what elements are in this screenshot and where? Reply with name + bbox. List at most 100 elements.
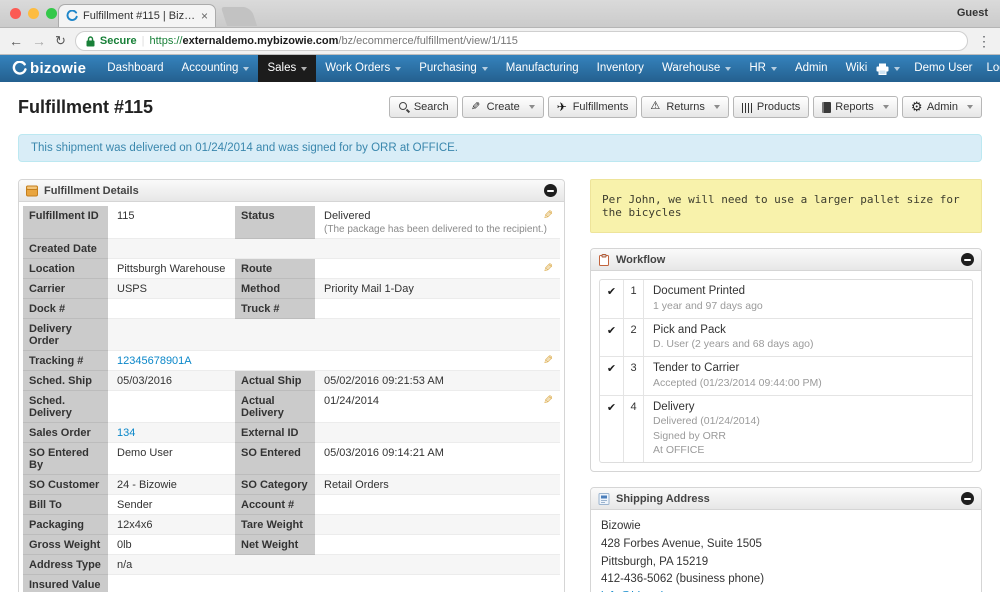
- nav-item-purchasing[interactable]: Purchasing: [410, 55, 497, 82]
- nav-item-inventory[interactable]: Inventory: [588, 55, 653, 82]
- chevron-down-icon: [894, 67, 900, 71]
- nav-item-admin[interactable]: Admin: [786, 55, 837, 82]
- header-buttons: SearchCreateFulfillmentsReturnsProductsR…: [389, 96, 982, 118]
- workflow-step-4: ✔4DeliveryDelivered (01/24/2014)Signed b…: [600, 396, 972, 463]
- back-icon[interactable]: ←: [9, 34, 23, 48]
- step-detail: Accepted (01/23/2014 09:44:00 PM): [653, 377, 963, 389]
- right-column: Per John, we will need to use a larger p…: [590, 179, 982, 592]
- field-value-sched-delivery: [108, 391, 235, 423]
- brand-logo[interactable]: bizowie: [12, 60, 86, 77]
- address-card-icon: [598, 493, 610, 505]
- field-value-sched-ship: 05/03/2016: [108, 371, 235, 391]
- step-title: Pick and Pack: [653, 324, 963, 336]
- reports-button[interactable]: Reports: [813, 96, 898, 118]
- user-menu[interactable]: Demo User: [914, 55, 972, 82]
- workflow-steps: ✔1Document Printed1 year and 97 days ago…: [599, 279, 973, 463]
- fulfillments-button[interactable]: Fulfillments: [548, 96, 638, 118]
- edit-pencil-icon[interactable]: ✎: [543, 208, 553, 222]
- browser-tab[interactable]: Fulfillment #115 | Bizowie Dem ×: [58, 4, 216, 27]
- address-bar[interactable]: Secure | https://externaldemo.mybizowie.…: [75, 31, 968, 51]
- field-label-fulfillment-id: Fulfillment ID: [23, 206, 108, 239]
- address-line: 428 Forbes Avenue, Suite 1505: [601, 536, 971, 554]
- nav-item-sales[interactable]: Sales: [258, 55, 316, 82]
- omnibox-divider: |: [142, 35, 145, 47]
- reload-icon[interactable]: ↻: [55, 33, 66, 49]
- search-icon: [398, 101, 410, 113]
- tab-favicon: [66, 10, 78, 22]
- gear-icon: [911, 101, 923, 113]
- nav-item-warehouse[interactable]: Warehouse: [653, 55, 740, 82]
- check-icon: ✔: [600, 319, 624, 357]
- workflow-step-2: ✔2Pick and PackD. User (2 years and 68 d…: [600, 319, 972, 358]
- field-label-sales-order: Sales Order: [23, 423, 108, 443]
- field-label-carrier: Carrier: [23, 279, 108, 299]
- field-label-method: Method: [235, 279, 315, 299]
- tab-close-icon[interactable]: ×: [201, 9, 208, 23]
- logout-link[interactable]: Log Out: [986, 55, 1000, 82]
- nav-item-dashboard[interactable]: Dashboard: [98, 55, 172, 82]
- step-title: Delivery: [653, 401, 963, 413]
- address-lines: Bizowie428 Forbes Avenue, Suite 1505Pitt…: [601, 518, 971, 589]
- nav-item-manufacturing[interactable]: Manufacturing: [497, 55, 588, 82]
- field-value-so-entered-by: Demo User: [108, 443, 235, 475]
- field-link[interactable]: 12345678901A: [117, 355, 192, 367]
- field-value-actual-delivery: 01/24/2014: [315, 391, 560, 423]
- zoom-window-button[interactable]: [46, 8, 57, 19]
- collapse-icon[interactable]: [544, 184, 557, 197]
- brand-swoosh-icon: [12, 61, 27, 76]
- admin-button[interactable]: Admin: [902, 96, 982, 118]
- url-text: https://externaldemo.mybizowie.com/bz/ec…: [149, 35, 517, 47]
- new-tab-button[interactable]: [221, 7, 257, 26]
- products-button[interactable]: Products: [733, 96, 809, 118]
- field-value-account: [315, 495, 560, 515]
- field-label-tare-weight: Tare Weight: [235, 515, 315, 535]
- table-row: Created Date: [23, 239, 560, 259]
- table-row: Gross Weight0lbNet Weight: [23, 535, 560, 555]
- fulfillment-details-panel: Fulfillment Details Fulfillment ID115Sta…: [18, 179, 565, 592]
- check-icon: ✔: [600, 396, 624, 463]
- collapse-icon[interactable]: [961, 253, 974, 266]
- clipboard-icon: [598, 254, 610, 266]
- step-detail: At OFFICE: [653, 444, 963, 456]
- edit-pencil-icon[interactable]: ✎: [543, 393, 553, 407]
- address-line: 412-436-5062 (business phone): [601, 571, 971, 589]
- nav-item-work-orders[interactable]: Work Orders: [316, 55, 410, 82]
- field-label-so-entered-by: SO Entered By: [23, 443, 108, 475]
- navbar-right: Demo User Log Out: [876, 55, 1000, 82]
- nav-item-wiki[interactable]: Wiki: [837, 55, 877, 82]
- nav-item-hr[interactable]: HR: [740, 55, 786, 82]
- search-button[interactable]: Search: [389, 96, 458, 118]
- shipping-address-header: Shipping Address: [591, 488, 981, 510]
- close-window-button[interactable]: [10, 8, 21, 19]
- field-label-actual-ship: Actual Ship: [235, 371, 315, 391]
- minimize-window-button[interactable]: [28, 8, 39, 19]
- field-value-truck: [315, 299, 560, 319]
- workflow-step-3: ✔3Tender to CarrierAccepted (01/23/2014 …: [600, 357, 972, 396]
- step-number: 2: [624, 319, 644, 357]
- table-row: Packaging12x4x6Tare Weight: [23, 515, 560, 535]
- plane-icon: [557, 101, 569, 113]
- field-value-tracking: 12345678901A: [108, 351, 560, 371]
- field-label-tracking: Tracking #: [23, 351, 108, 371]
- create-button[interactable]: Create: [462, 96, 544, 118]
- book-icon: [822, 102, 831, 113]
- collapse-icon[interactable]: [961, 492, 974, 505]
- browser-toolbar: ← → ↻ Secure | https://externaldemo.mybi…: [0, 28, 1000, 55]
- chevron-down-icon: [883, 105, 889, 109]
- step-detail: 1 year and 97 days ago: [653, 300, 963, 312]
- warning-icon: [650, 101, 662, 113]
- field-label-external-id: External ID: [235, 423, 315, 443]
- table-row: Tracking # 12345678901A ✎: [23, 351, 560, 371]
- edit-pencil-icon[interactable]: ✎: [543, 261, 553, 275]
- browser-menu-icon[interactable]: ⋮: [977, 33, 991, 50]
- field-link[interactable]: 134: [117, 427, 135, 439]
- step-title: Document Printed: [653, 285, 963, 297]
- forward-icon[interactable]: →: [32, 34, 46, 48]
- nav-item-accounting[interactable]: Accounting: [173, 55, 259, 82]
- fulfillment-details-header: Fulfillment Details: [19, 180, 564, 202]
- returns-button[interactable]: Returns: [641, 96, 729, 118]
- field-value-method: Priority Mail 1-Day: [315, 279, 560, 299]
- edit-pencil-icon[interactable]: ✎: [543, 353, 553, 367]
- print-menu[interactable]: [876, 55, 900, 82]
- chevron-down-icon: [529, 105, 535, 109]
